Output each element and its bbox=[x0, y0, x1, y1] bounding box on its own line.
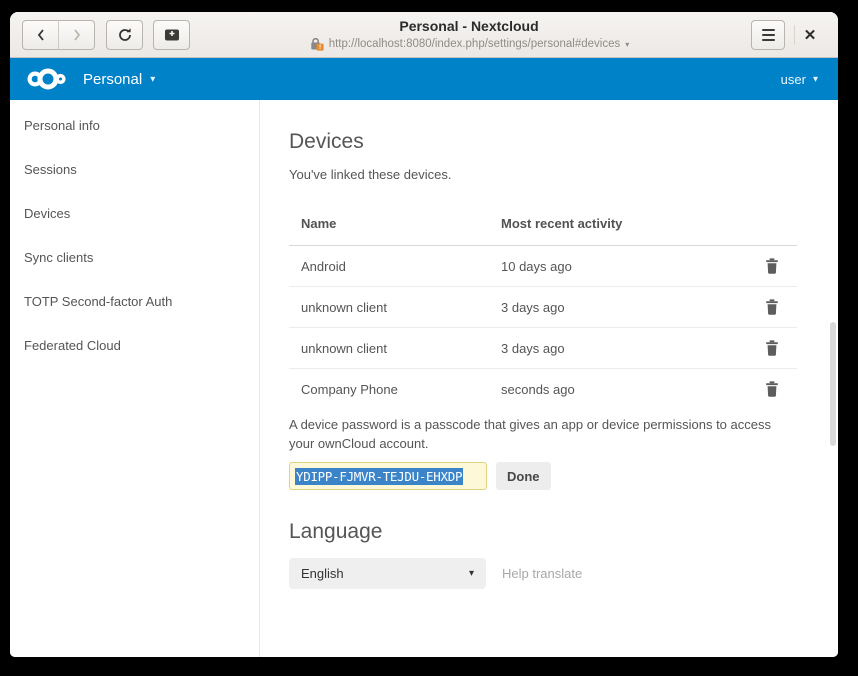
trash-icon bbox=[765, 299, 779, 315]
app-menu-label: Personal bbox=[83, 71, 142, 88]
table-row: Android 10 days ago bbox=[289, 246, 797, 287]
sidebar-item-totp[interactable]: TOTP Second-factor Auth bbox=[10, 279, 259, 323]
back-button[interactable] bbox=[22, 20, 59, 50]
device-activity: seconds ago bbox=[501, 369, 707, 410]
sidebar-item-federated-cloud[interactable]: Federated Cloud bbox=[10, 323, 259, 367]
trash-icon bbox=[765, 258, 779, 274]
device-activity: 3 days ago bbox=[501, 287, 707, 328]
reload-button[interactable] bbox=[106, 20, 143, 50]
new-tab-icon bbox=[164, 28, 180, 42]
language-selected-option: English bbox=[301, 566, 344, 581]
forward-button[interactable] bbox=[58, 20, 95, 50]
language-title: Language bbox=[289, 520, 838, 544]
new-tab-button[interactable] bbox=[153, 20, 190, 50]
nextcloud-header: Personal ▾ user ▾ bbox=[10, 58, 838, 100]
language-select[interactable]: English ▾ bbox=[289, 558, 486, 589]
device-password-field[interactable]: YDIPP-FJMVR-TEJDU-EHXDP bbox=[289, 462, 487, 490]
device-activity: 3 days ago bbox=[501, 328, 707, 369]
language-row: English ▾ Help translate bbox=[289, 558, 838, 589]
select-caret-icon: ▾ bbox=[469, 568, 474, 579]
device-password-hint: A device password is a passcode that giv… bbox=[289, 415, 789, 453]
titlebar-center: Personal - Nextcloud ! http://localhost:… bbox=[195, 18, 743, 51]
lock-warning-icon: ! bbox=[309, 37, 324, 51]
table-row: unknown client 3 days ago bbox=[289, 328, 797, 369]
delete-device-button[interactable] bbox=[763, 379, 781, 399]
column-header-activity: Most recent activity bbox=[501, 210, 707, 246]
device-name: unknown client bbox=[289, 328, 501, 369]
column-header-actions bbox=[707, 210, 797, 246]
hamburger-icon bbox=[762, 29, 775, 41]
device-name: unknown client bbox=[289, 287, 501, 328]
devices-table-header-row: Name Most recent activity bbox=[289, 210, 797, 246]
reload-icon bbox=[117, 27, 133, 43]
device-name: Android bbox=[289, 246, 501, 287]
column-header-name: Name bbox=[289, 210, 501, 246]
table-row: Company Phone seconds ago bbox=[289, 369, 797, 410]
user-menu-label: user bbox=[781, 72, 806, 87]
trash-icon bbox=[765, 340, 779, 356]
vertical-scrollbar-thumb[interactable] bbox=[830, 322, 836, 446]
chevron-left-icon bbox=[36, 28, 46, 42]
device-activity: 10 days ago bbox=[501, 246, 707, 287]
sidebar-item-devices[interactable]: Devices bbox=[10, 191, 259, 235]
svg-text:!: ! bbox=[319, 44, 321, 51]
delete-device-button[interactable] bbox=[763, 338, 781, 358]
url-bar[interactable]: ! http://localhost:8080/index.php/settin… bbox=[195, 37, 743, 51]
url-caret-icon: ▾ bbox=[625, 38, 629, 51]
page-content: Personal info Sessions Devices Sync clie… bbox=[10, 100, 838, 657]
app-menu-caret-icon: ▾ bbox=[150, 74, 155, 85]
user-menu[interactable]: user ▾ bbox=[781, 72, 818, 87]
done-button[interactable]: Done bbox=[496, 462, 551, 490]
table-row: unknown client 3 days ago bbox=[289, 287, 797, 328]
chevron-right-icon bbox=[72, 28, 82, 42]
app-menu[interactable]: Personal ▾ bbox=[83, 71, 155, 88]
help-translate-link[interactable]: Help translate bbox=[502, 566, 582, 581]
url-text: http://localhost:8080/index.php/settings… bbox=[329, 38, 621, 51]
sidebar-item-personal-info[interactable]: Personal info bbox=[10, 103, 259, 147]
close-button[interactable]: ✕ bbox=[795, 20, 825, 50]
delete-device-button[interactable] bbox=[763, 256, 781, 276]
user-menu-caret-icon: ▾ bbox=[813, 74, 818, 85]
devices-subtitle: You've linked these devices. bbox=[289, 167, 838, 182]
devices-table: Name Most recent activity Android 10 day… bbox=[289, 210, 797, 409]
delete-device-button[interactable] bbox=[763, 297, 781, 317]
browser-window: Personal - Nextcloud ! http://localhost:… bbox=[10, 12, 838, 657]
browser-headerbar: Personal - Nextcloud ! http://localhost:… bbox=[10, 12, 838, 58]
close-icon: ✕ bbox=[804, 26, 817, 44]
menu-button[interactable] bbox=[751, 20, 785, 50]
device-password-row: YDIPP-FJMVR-TEJDU-EHXDP Done bbox=[289, 462, 838, 490]
device-name: Company Phone bbox=[289, 369, 501, 410]
settings-sidebar: Personal info Sessions Devices Sync clie… bbox=[10, 100, 260, 657]
device-password-value: YDIPP-FJMVR-TEJDU-EHXDP bbox=[295, 468, 463, 485]
trash-icon bbox=[765, 381, 779, 397]
settings-main: Devices You've linked these devices. Nam… bbox=[260, 100, 838, 657]
nextcloud-logo-icon bbox=[25, 68, 71, 90]
sidebar-item-sync-clients[interactable]: Sync clients bbox=[10, 235, 259, 279]
devices-title: Devices bbox=[289, 130, 838, 154]
window-title: Personal - Nextcloud bbox=[195, 18, 743, 35]
sidebar-item-sessions[interactable]: Sessions bbox=[10, 147, 259, 191]
